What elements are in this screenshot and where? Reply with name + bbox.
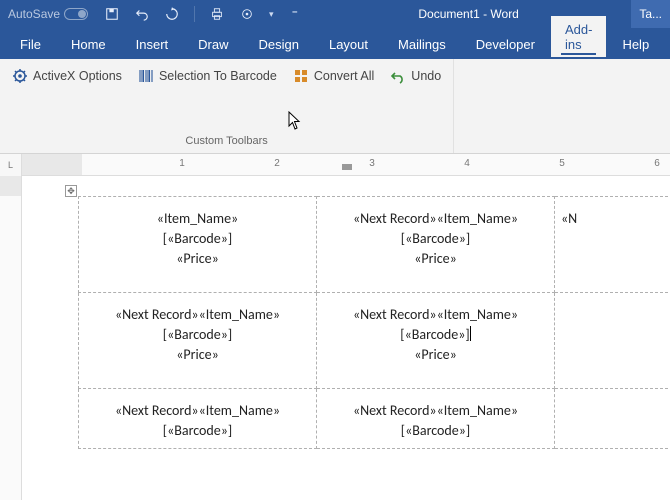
merge-field: «Next Record»«Item_Name» (79, 306, 316, 323)
tab-home[interactable]: Home (57, 31, 120, 59)
text-cursor-icon (470, 326, 471, 341)
undo-label: Undo (411, 69, 441, 83)
merge-field: «Item_Name» (79, 210, 316, 227)
merge-field: «N (561, 210, 670, 227)
convert-all-button[interactable]: Convert All (291, 65, 376, 87)
autosave-toggle-icon[interactable] (64, 8, 88, 20)
merge-field: «Price» (317, 250, 554, 267)
tab-mailings[interactable]: Mailings (384, 31, 460, 59)
table-move-handle-icon[interactable]: ✥ (65, 185, 77, 197)
table-row: «Item_Name» [«Barcode»] «Price» «Next Re… (79, 197, 670, 293)
tab-design-partial[interactable]: Des (665, 31, 670, 59)
autosave-control[interactable]: AutoSave (0, 7, 96, 21)
save-icon[interactable] (104, 6, 120, 22)
qat-separator (194, 6, 195, 22)
quick-print-icon[interactable] (209, 6, 225, 22)
ruler-num: 5 (559, 158, 565, 169)
merge-field: «Next Record»«Item_Name» (317, 306, 554, 323)
page-canvas[interactable]: ✥ «Item_Name» [«Barcode»] «Price» «Next … (22, 176, 670, 500)
grid-icon (293, 68, 309, 84)
label-cell[interactable]: «Next Record»«Item_Name» [«Barcode»] (317, 389, 555, 449)
label-cell[interactable]: «Next Record»«Item_Name» [«Barcode»] «Pr… (317, 197, 555, 293)
tab-help[interactable]: Help (608, 31, 663, 59)
account-button[interactable]: Ta... (631, 0, 670, 28)
activex-options-button[interactable]: ActiveX Options (10, 65, 124, 87)
merge-field: «Next Record»«Item_Name» (317, 210, 554, 227)
label-cell[interactable] (555, 389, 670, 449)
tab-file[interactable]: File (6, 31, 55, 59)
label-cell[interactable] (555, 293, 670, 389)
ruler-num: 4 (464, 158, 470, 169)
page[interactable]: ✥ «Item_Name» [«Barcode»] «Price» «Next … (78, 196, 670, 449)
label-cell[interactable]: «Next Record»«Item_Name» [«Barcode»] (79, 389, 317, 449)
merge-field: [«Barcode»] (79, 230, 316, 247)
selection-to-barcode-button[interactable]: Selection To Barcode (136, 65, 279, 87)
tab-developer[interactable]: Developer (462, 31, 549, 59)
document-area: ✥ «Item_Name» [«Barcode»] «Price» «Next … (0, 176, 670, 500)
qat-customize-icon[interactable]: ⁼ (288, 7, 298, 21)
merge-field: «Next Record»«Item_Name» (317, 402, 554, 419)
convert-all-label: Convert All (314, 69, 374, 83)
tab-add-ins[interactable]: Add-ins (551, 16, 606, 59)
merge-field: «Next Record»«Item_Name» (79, 402, 316, 419)
ruler-num: 1 (179, 158, 185, 169)
autosave-label: AutoSave (8, 7, 60, 21)
ribbon-group-label: Custom Toolbars (10, 135, 443, 151)
qat-dropdown-icon[interactable]: ▾ (269, 9, 274, 20)
touch-mode-icon[interactable] (239, 6, 255, 22)
merge-field: «Price» (79, 346, 316, 363)
v-ruler-margin (0, 176, 21, 196)
quick-access-toolbar: ▾ ⁼ (96, 6, 306, 22)
barcode-icon (138, 68, 154, 84)
ruler-corner: L (0, 154, 22, 176)
ruler-num: 2 (274, 158, 280, 169)
ruler-num: 3 (369, 158, 375, 169)
table-row: «Next Record»«Item_Name» [«Barcode»] «Ne… (79, 389, 670, 449)
ribbon-tabs: File Home Insert Draw Design Layout Mail… (0, 28, 670, 59)
gear-icon (12, 68, 28, 84)
label-cell[interactable]: «Next Record»«Item_Name» [«Barcode»] «Pr… (79, 293, 317, 389)
label-cell[interactable]: «N (555, 197, 670, 293)
merge-field: [«Barcode»] (79, 422, 316, 439)
vertical-ruler[interactable] (0, 176, 22, 500)
tab-insert[interactable]: Insert (122, 31, 183, 59)
merge-field: «Price» (317, 346, 554, 363)
ribbon: ActiveX Options Selection To Barcode Con… (0, 59, 670, 154)
merge-field: [«Barcode»] (79, 326, 316, 343)
merge-field: «Price» (79, 250, 316, 267)
merge-field: [«Barcode»] (317, 422, 554, 439)
undo-arrow-icon (390, 68, 406, 84)
horizontal-ruler[interactable]: 1 2 3 4 5 6 (22, 154, 670, 176)
tab-draw[interactable]: Draw (184, 31, 242, 59)
merge-field: [«Barcode»] (317, 326, 554, 343)
indent-marker-icon[interactable] (342, 164, 352, 170)
ruler-num: 6 (654, 158, 660, 169)
tab-design[interactable]: Design (245, 31, 313, 59)
selection-to-barcode-label: Selection To Barcode (159, 69, 277, 83)
merge-field: [«Barcode»] (317, 230, 554, 247)
label-cell[interactable]: «Item_Name» [«Barcode»] «Price» (79, 197, 317, 293)
label-cell[interactable]: «Next Record»«Item_Name» [«Barcode»] «Pr… (317, 293, 555, 389)
activex-options-label: ActiveX Options (33, 69, 122, 83)
redo-icon[interactable] (164, 6, 180, 22)
rulers: L 1 2 3 4 5 6 (0, 154, 670, 176)
ribbon-group-custom-toolbars: ActiveX Options Selection To Barcode Con… (0, 59, 454, 153)
ruler-left-margin (22, 154, 82, 175)
tab-layout[interactable]: Layout (315, 31, 382, 59)
label-table[interactable]: «Item_Name» [«Barcode»] «Price» «Next Re… (78, 196, 670, 449)
label-table-wrap: ✥ «Item_Name» [«Barcode»] «Price» «Next … (78, 196, 670, 449)
table-row: «Next Record»«Item_Name» [«Barcode»] «Pr… (79, 293, 670, 389)
undo-icon[interactable] (134, 6, 150, 22)
undo-button[interactable]: Undo (388, 65, 443, 87)
